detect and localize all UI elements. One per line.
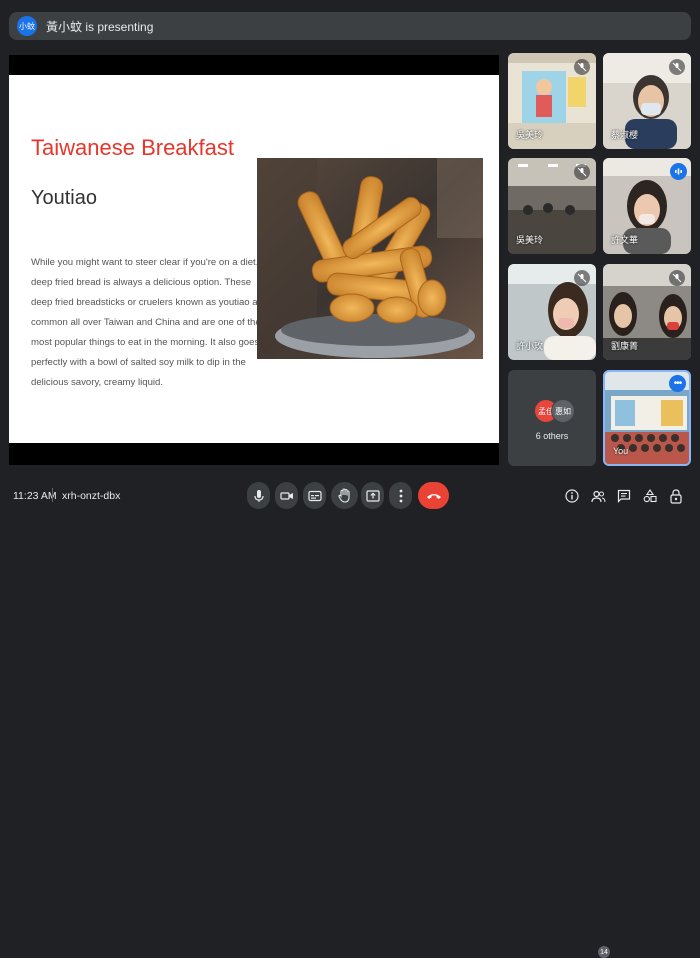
clock: 11:23 AM	[13, 490, 57, 502]
host-controls-button[interactable]	[666, 486, 686, 506]
captions-icon	[307, 490, 322, 501]
others-count: 6 others	[535, 431, 569, 441]
activities-button[interactable]	[640, 486, 660, 506]
divider	[52, 488, 53, 502]
hangup-icon	[426, 493, 441, 499]
people-button[interactable]	[588, 486, 608, 506]
participant-name: 蔡淑櫻	[611, 130, 639, 140]
info-button[interactable]	[562, 486, 582, 506]
others-tile[interactable]: 孟佳 惠如 6 others	[508, 370, 596, 466]
raise-hand-button[interactable]	[331, 482, 358, 509]
chat-button[interactable]	[614, 486, 634, 506]
participant-tile[interactable]: 劉康菁	[603, 264, 691, 360]
participant-tile[interactable]: 許小玫	[508, 264, 596, 360]
others-avatar: 惠如	[551, 399, 575, 423]
chat-icon	[617, 489, 631, 503]
tile-more-options-icon[interactable]: •••	[669, 375, 686, 392]
info-icon	[565, 489, 579, 503]
more-options-button[interactable]	[389, 482, 412, 509]
raise-hand-icon	[338, 488, 350, 503]
slide-body: While you might want to steer clear if y…	[31, 257, 267, 388]
self-tile[interactable]: ••• You	[603, 370, 691, 466]
present-button[interactable]	[361, 482, 384, 509]
presenter-avatar: 小蚊	[17, 16, 37, 36]
participant-name: 吳美玲	[516, 130, 544, 140]
people-icon	[590, 490, 605, 502]
presentation-stage[interactable]: Taiwanese Breakfast Youtiao While you mi…	[9, 55, 499, 465]
camera-button[interactable]	[275, 482, 298, 509]
participant-name: 許文華	[611, 235, 639, 245]
captions-button[interactable]	[303, 482, 326, 509]
self-name: You	[613, 446, 629, 456]
mic-muted-icon	[574, 59, 590, 75]
mic-muted-icon	[574, 270, 590, 286]
slide-title: Taiwanese Breakfast	[31, 135, 234, 160]
host-controls-icon	[670, 488, 682, 504]
participant-tile[interactable]: 吳美玲	[508, 158, 596, 254]
presenting-banner: 小蚊 黃小蚊 is presenting	[9, 12, 691, 40]
camera-icon	[279, 491, 293, 500]
participant-name: 劉康菁	[611, 341, 639, 351]
microphone-button[interactable]	[247, 482, 270, 509]
control-bar: 11:23 AM xrh-onzt-dbx 14	[0, 470, 700, 958]
mic-muted-icon	[669, 59, 685, 75]
speaking-indicator-icon	[670, 163, 687, 180]
participant-name: 許小玫	[516, 341, 544, 351]
microphone-icon	[253, 489, 264, 502]
activities-icon	[643, 489, 657, 503]
participant-count-badge: 14	[598, 946, 610, 958]
participant-tile[interactable]: 吳美玲	[508, 53, 596, 149]
participant-tile[interactable]: 蔡淑櫻	[603, 53, 691, 149]
presenting-text: 黃小蚊 is presenting	[46, 19, 154, 34]
participant-name: 吳美玲	[516, 235, 544, 245]
mic-muted-icon	[669, 270, 685, 286]
more-options-icon	[399, 489, 402, 502]
present-icon	[365, 489, 380, 502]
youtiao-photo	[257, 158, 483, 359]
slide: Taiwanese Breakfast Youtiao While you mi…	[9, 75, 499, 443]
hangup-button[interactable]	[418, 482, 449, 509]
participant-tile[interactable]: 許文華	[603, 158, 691, 254]
mic-muted-icon	[574, 164, 590, 180]
slide-subtitle: Youtiao	[31, 187, 97, 209]
meeting-code: xrh-onzt-dbx	[62, 490, 121, 502]
